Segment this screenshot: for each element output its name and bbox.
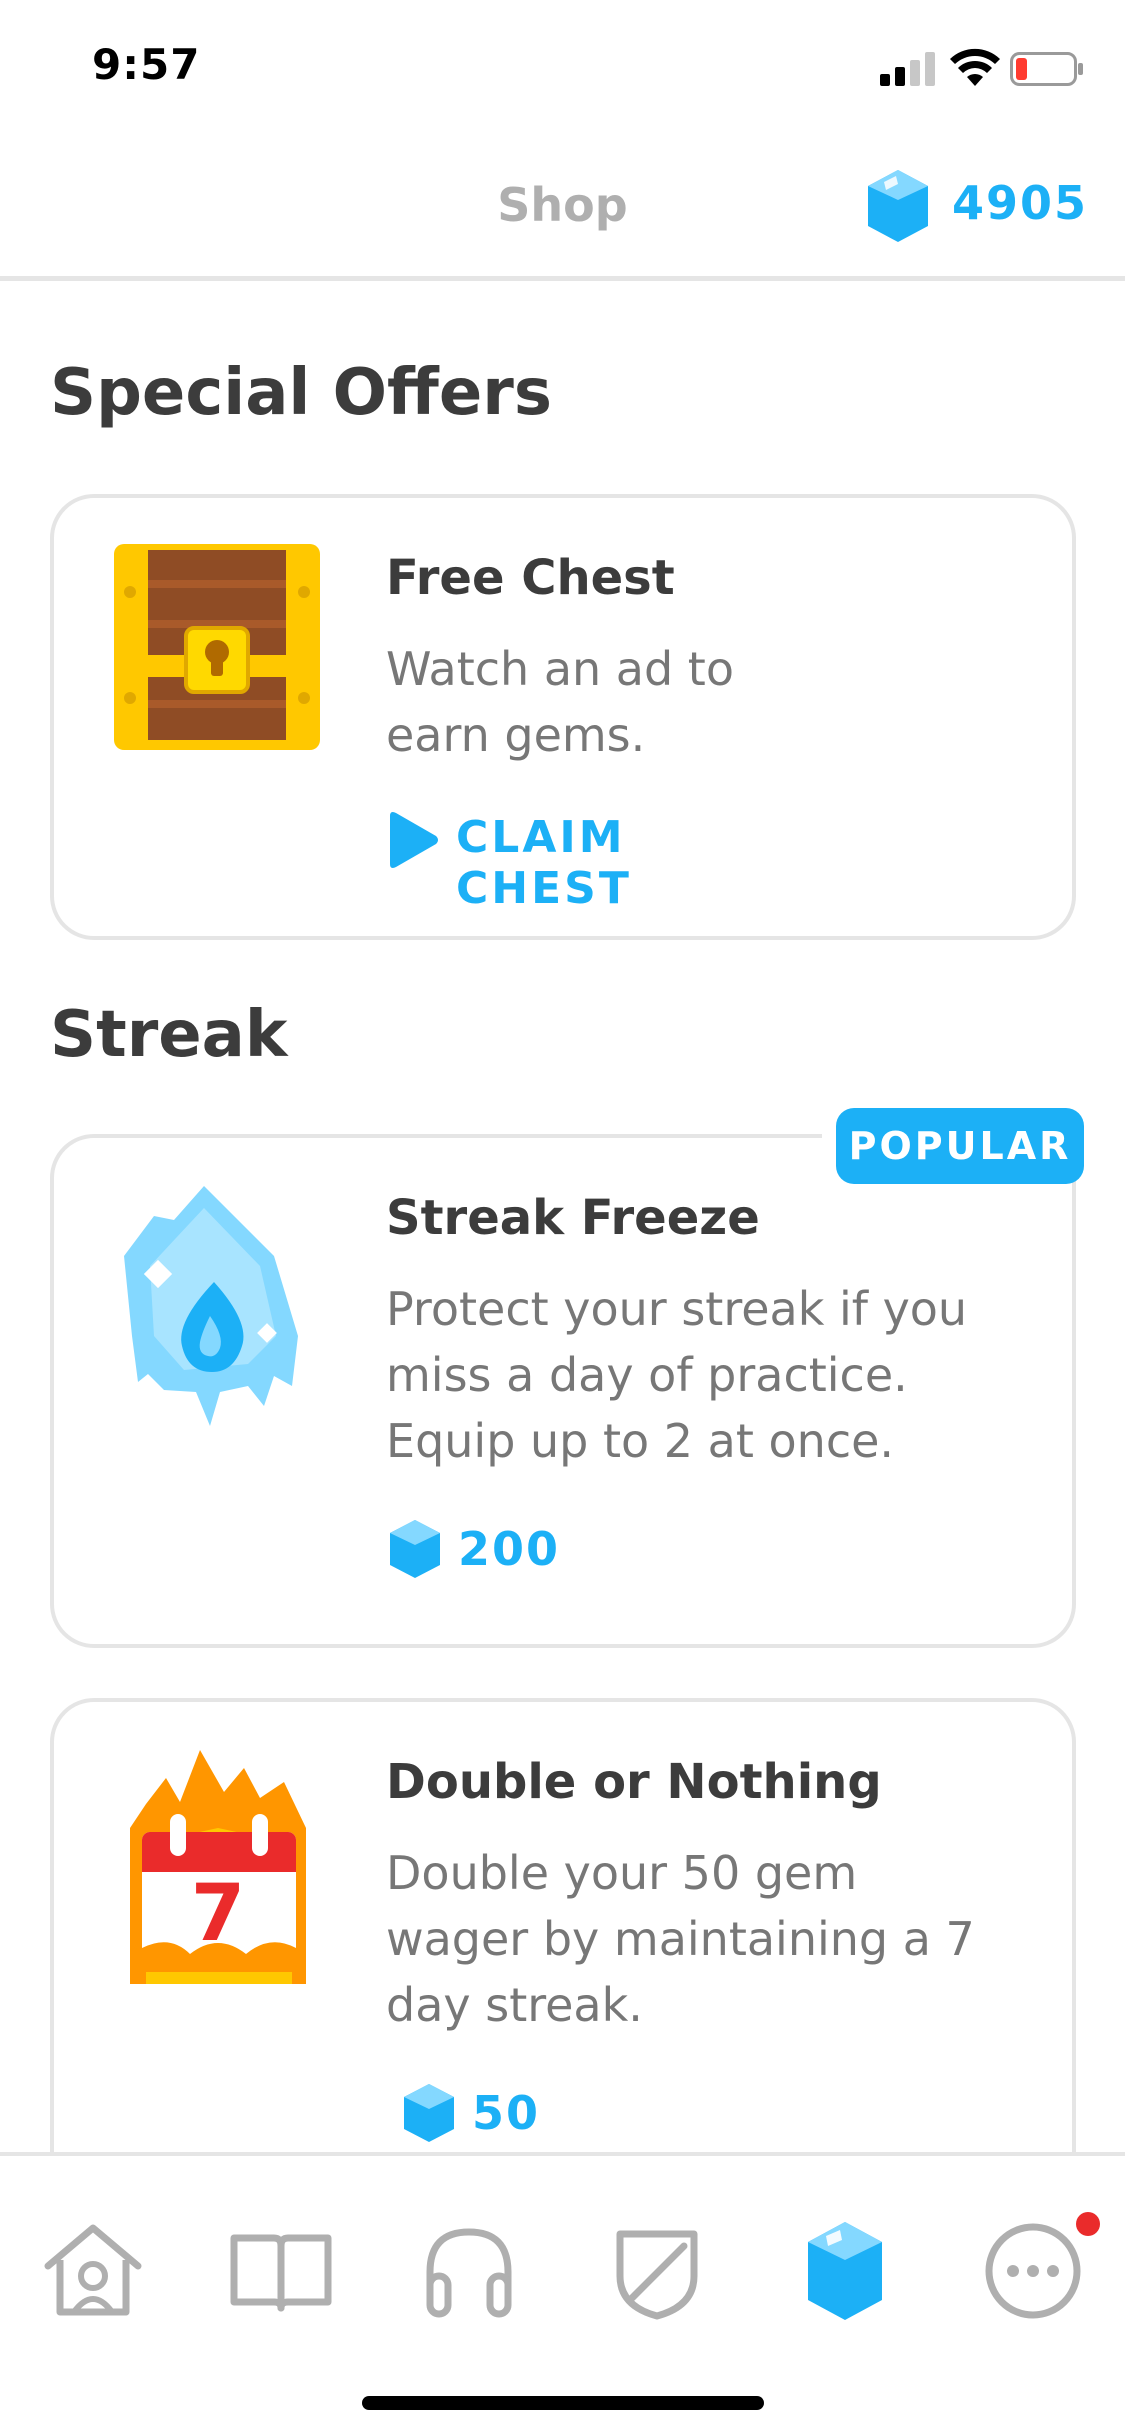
gem-icon — [868, 170, 928, 242]
streak-freeze-desc-line1: Protect your streak if you — [386, 1282, 968, 1336]
double-or-nothing-title: Double or Nothing — [386, 1754, 882, 1810]
streak-freeze-price: 200 — [458, 1522, 561, 1576]
gem-icon — [390, 1520, 440, 1578]
cellular-signal-icon — [880, 52, 935, 86]
home-icon[interactable] — [38, 2216, 148, 2326]
shop-gem-icon[interactable] — [790, 2216, 900, 2326]
calendar-fire-icon: 7 — [130, 1750, 306, 1984]
popular-badge: POPULAR — [836, 1108, 1084, 1184]
home-indicator — [362, 2396, 764, 2410]
bottom-nav — [0, 2152, 1125, 2436]
section-title-special-offers: Special Offers — [50, 356, 552, 430]
double-or-nothing-price: 50 — [472, 2086, 541, 2140]
double-or-nothing-desc-line3: day streak. — [386, 1978, 643, 2032]
double-or-nothing-desc-line2: wager by maintaining a 7 — [386, 1912, 975, 1966]
play-icon — [390, 812, 438, 868]
claim-chest-button[interactable]: CLAIM CHEST — [386, 804, 816, 914]
headphones-icon[interactable] — [414, 2216, 524, 2326]
streak-freeze-desc-line3: Equip up to 2 at once. — [386, 1414, 895, 1468]
header-divider — [0, 276, 1125, 281]
streak-freeze-icon — [124, 1186, 298, 1426]
claim-chest-label: CLAIM CHEST — [456, 812, 632, 914]
section-title-streak: Streak — [50, 998, 288, 1072]
shield-icon[interactable] — [602, 2216, 712, 2326]
notification-dot — [1076, 2212, 1100, 2236]
gem-icon — [404, 2084, 454, 2142]
free-chest-card: Free Chest Watch an ad to earn gems. CLA… — [50, 494, 1076, 940]
battery-icon — [1010, 52, 1083, 86]
streak-freeze-title: Streak Freeze — [386, 1190, 760, 1246]
wifi-icon — [950, 48, 1000, 86]
free-chest-title: Free Chest — [386, 550, 675, 606]
double-or-nothing-desc-line1: Double your 50 gem — [386, 1846, 858, 1900]
calendar-number: 7 — [191, 1869, 245, 1959]
free-chest-desc-line1: Watch an ad to — [386, 642, 734, 696]
gem-balance: 4905 — [952, 176, 1089, 230]
book-icon[interactable] — [226, 2216, 336, 2326]
more-icon[interactable] — [978, 2216, 1088, 2326]
free-chest-desc-line2: earn gems. — [386, 708, 646, 762]
status-time: 9:57 — [92, 40, 201, 89]
streak-freeze-desc-line2: miss a day of practice. — [386, 1348, 908, 1402]
streak-freeze-card[interactable]: Streak Freeze Protect your streak if you… — [50, 1134, 1076, 1648]
treasure-chest-icon — [114, 544, 320, 750]
